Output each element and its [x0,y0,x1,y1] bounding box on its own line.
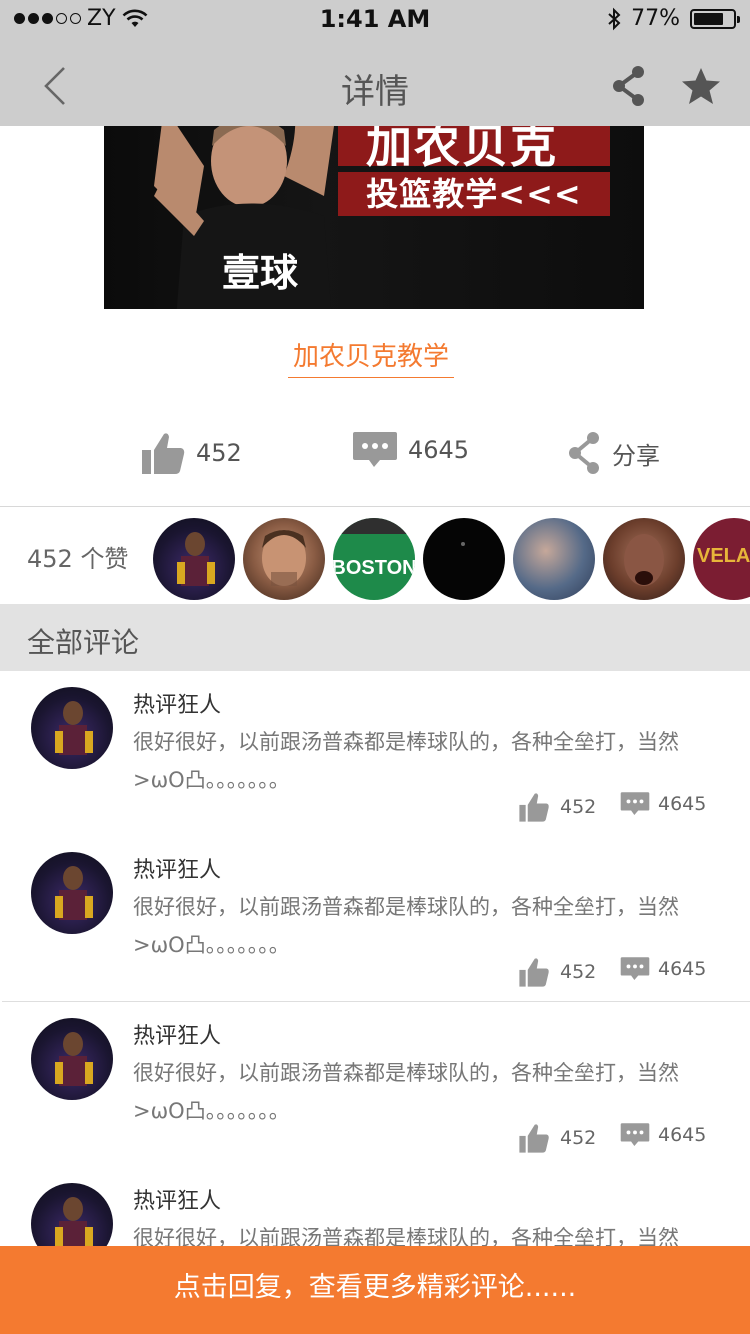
comment-count: 4645 [408,436,470,464]
star-icon[interactable] [680,66,722,106]
comment-text: 很好很好，以前跟汤普森都是棒球队的，各种全垒打，当然>ωO凸。。。。。。。 [133,730,679,792]
comment-avatar[interactable] [31,852,113,934]
comment-username[interactable]: 热评狂人 [133,687,221,719]
banner-shirt-text: 壹球 [222,251,299,295]
liker-avatar[interactable] [513,518,595,600]
thumbs-up-icon [519,1124,549,1153]
comment-reply-count: 4645 [658,958,707,980]
comment-reply-count: 4645 [658,1124,707,1146]
share-icon[interactable] [610,64,648,108]
nav-bar: 详情 [0,40,750,126]
avatar3-text: BOSTON [333,557,415,579]
comment-avatar[interactable] [31,1018,113,1100]
comment-text: 很好很好，以前跟汤普森都是棒球队的，各种全垒打，当然>ωO凸。。。。。。。 [133,1061,679,1123]
liker-avatar[interactable] [423,518,505,600]
likes-summary: 452 个赞 [27,545,129,573]
comment-reply-count: 4645 [658,793,707,815]
liker-avatar[interactable]: VELAN [693,518,750,600]
comment-item[interactable]: 热评狂人 很好很好，以前跟汤普森都是棒球队的，各种全垒打，当然>ωO凸。。。。。… [2,671,750,837]
reply-more-comments-button[interactable]: 点击回复，查看更多精彩评论...... [0,1246,750,1334]
thumbs-up-icon [519,958,549,987]
status-right: 77% [607,6,740,31]
status-bar: ZY 1:41 AM 77% [0,0,750,40]
share-action-button[interactable]: 分享 [566,430,660,476]
liker-avatar[interactable] [153,518,235,600]
comment-button[interactable]: 4645 [352,430,469,470]
like-count: 452 [196,439,242,467]
comments-section-header: 全部评论 [0,604,750,671]
comment-avatar[interactable] [31,687,113,769]
comment-like-count: 452 [560,961,597,983]
comment-bubble-icon [620,792,650,816]
comment-username[interactable]: 热评狂人 [133,1183,221,1215]
comment-like-button[interactable]: 452 [518,791,596,823]
comment-bubble-icon [620,957,650,981]
comment-like-button[interactable]: 452 [518,1122,596,1154]
comment-reply-button[interactable]: 4645 [620,1122,706,1148]
battery-percent: 77% [631,6,680,31]
comment-like-count: 452 [560,1127,597,1149]
comment-like-button[interactable]: 452 [518,956,596,988]
share-label: 分享 [612,441,660,470]
video-banner[interactable]: 加农贝克 投篮教学<<< 壹球 [104,126,644,309]
comment-item[interactable]: 热评狂人 很好很好，以前跟汤普森都是棒球队的，各种全垒打，当然>ωO凸。。。。。… [2,836,750,1002]
avatar7-text: VELAN [697,545,750,567]
comment-reply-button[interactable]: 4645 [620,791,706,817]
likers-row: 452 个赞 BOSTON VELAN [0,507,750,604]
action-row: 452 4645 分享 [0,420,750,507]
comment-like-count: 452 [560,796,597,818]
liker-avatar[interactable] [243,518,325,600]
share-icon [569,432,599,474]
battery-icon [690,8,740,29]
banner-heading: 加农贝克 [366,126,558,173]
comment-username[interactable]: 热评狂人 [133,852,221,884]
comment-bubble-icon [620,1123,650,1147]
liker-avatar[interactable] [603,518,685,600]
comment-username[interactable]: 热评狂人 [133,1018,221,1050]
bluetooth-icon [608,7,621,30]
like-button[interactable]: 452 [140,430,242,476]
comment-bubble-icon [353,432,397,467]
banner-subheading: 投篮教学<<< [366,175,582,213]
thumbs-up-icon [142,433,185,474]
liker-avatar[interactable]: BOSTON [333,518,415,600]
thumbs-up-icon [519,793,549,822]
battery-level [694,12,724,25]
comment-item[interactable]: 热评狂人 很好很好，以前跟汤普森都是棒球队的，各种全垒打，当然>ωO凸。。。。。… [2,1002,750,1168]
comment-text: 很好很好，以前跟汤普森都是棒球队的，各种全垒打，当然>ωO凸。。。。。。。 [133,895,679,957]
comments-header-label: 全部评论 [27,626,140,659]
comment-reply-button[interactable]: 4645 [620,956,706,982]
video-title-link[interactable]: 加农贝克教学 [288,336,454,378]
